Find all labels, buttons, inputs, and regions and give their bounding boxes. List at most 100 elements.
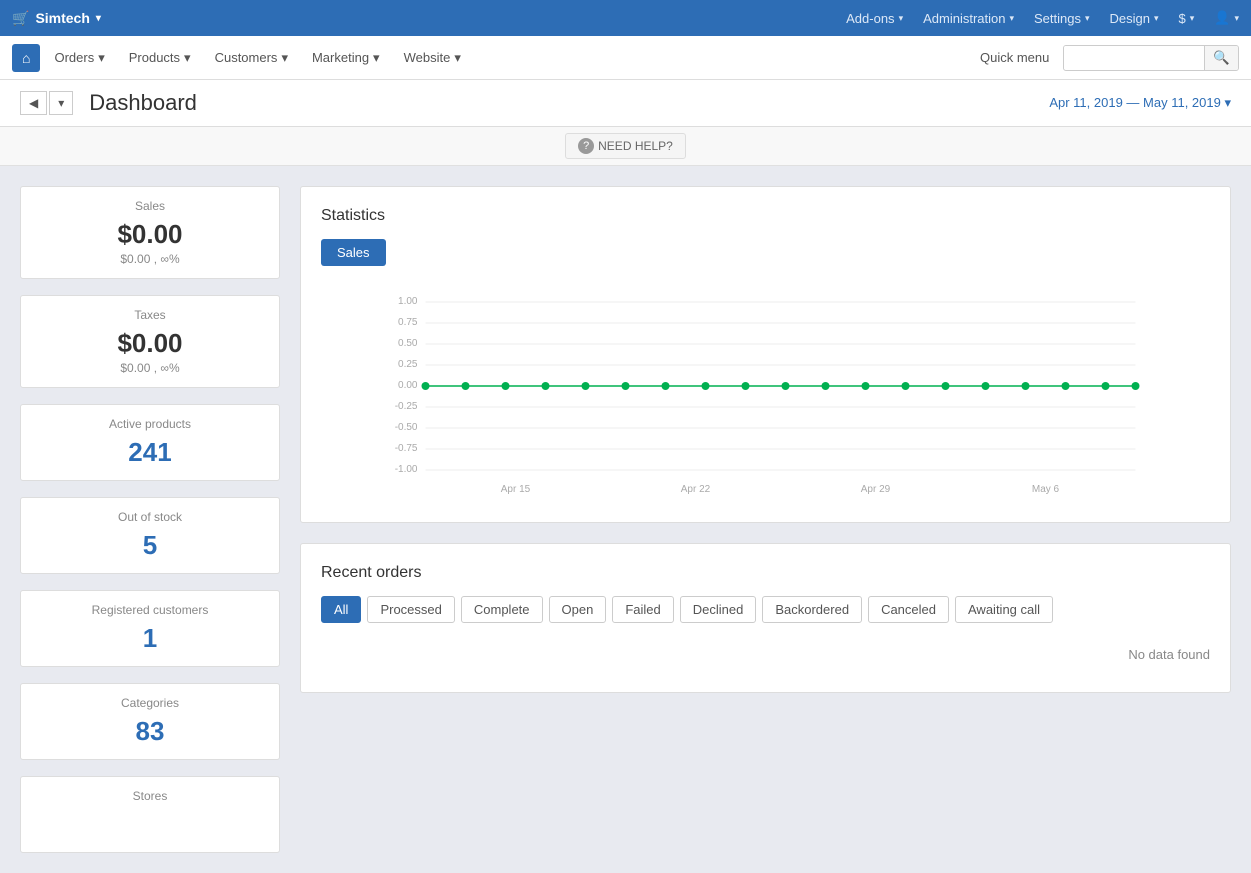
stores-value	[37, 809, 263, 840]
svg-text:0.00: 0.00	[398, 380, 418, 391]
customers-arrow: ▾	[281, 50, 288, 66]
filter-awaiting-call[interactable]: Awaiting call	[955, 596, 1053, 623]
search-input[interactable]	[1064, 46, 1204, 69]
svg-text:0.50: 0.50	[398, 338, 418, 349]
stores-label: Stores	[37, 789, 263, 803]
left-column: Sales $0.00 $0.00 , ∞% Taxes $0.00 $0.00…	[20, 186, 280, 853]
out-of-stock-value: 5	[37, 530, 263, 561]
sales-label: Sales	[37, 199, 263, 213]
home-button[interactable]: ⌂	[12, 44, 40, 72]
svg-text:Apr 29: Apr 29	[861, 484, 891, 495]
quick-menu-link[interactable]: Quick menu	[970, 44, 1059, 71]
date-range[interactable]: Apr 11, 2019 — May 11, 2019 ▾	[1049, 95, 1231, 111]
brand-arrow: ▾	[96, 13, 101, 24]
svg-text:-0.50: -0.50	[395, 422, 418, 433]
filter-failed[interactable]: Failed	[612, 596, 673, 623]
marketing-menu[interactable]: Marketing ▾	[302, 44, 390, 72]
statistics-card: Statistics Sales 1.00 0.75 0.50 0.25 0.0…	[300, 186, 1231, 523]
right-column: Statistics Sales 1.00 0.75 0.50 0.25 0.0…	[300, 186, 1231, 853]
sales-value: $0.00	[37, 219, 263, 250]
filter-all[interactable]: All	[321, 596, 361, 623]
filter-complete[interactable]: Complete	[461, 596, 543, 623]
no-data-message: No data found	[321, 637, 1210, 672]
website-arrow: ▾	[454, 50, 461, 66]
orders-arrow: ▾	[98, 50, 105, 66]
registered-customers-value: 1	[37, 623, 263, 654]
settings-arrow: ▾	[1085, 13, 1090, 24]
search-box: 🔍	[1063, 45, 1239, 71]
main-content: Sales $0.00 $0.00 , ∞% Taxes $0.00 $0.00…	[0, 166, 1251, 873]
registered-customers-label: Registered customers	[37, 603, 263, 617]
filter-open[interactable]: Open	[549, 596, 607, 623]
settings-menu[interactable]: Settings ▾	[1034, 11, 1090, 26]
administration-menu[interactable]: Administration ▾	[923, 11, 1014, 26]
filter-backordered[interactable]: Backordered	[762, 596, 862, 623]
sales-sub: $0.00 , ∞%	[37, 252, 263, 266]
sales-card: Sales $0.00 $0.00 , ∞%	[20, 186, 280, 279]
active-products-card: Active products 241	[20, 404, 280, 481]
filter-canceled[interactable]: Canceled	[868, 596, 949, 623]
addons-arrow: ▾	[899, 13, 904, 24]
svg-text:May 6: May 6	[1032, 484, 1060, 495]
stores-card: Stores	[20, 776, 280, 853]
taxes-sub: $0.00 , ∞%	[37, 361, 263, 375]
filter-processed[interactable]: Processed	[367, 596, 454, 623]
registered-customers-card: Registered customers 1	[20, 590, 280, 667]
user-menu[interactable]: 👤 ▾	[1214, 10, 1239, 26]
website-menu[interactable]: Website ▾	[394, 44, 471, 72]
order-filters: All Processed Complete Open Failed Decli…	[321, 596, 1210, 623]
out-of-stock-label: Out of stock	[37, 510, 263, 524]
taxes-label: Taxes	[37, 308, 263, 322]
svg-text:-1.00: -1.00	[395, 464, 418, 475]
sales-stats-button[interactable]: Sales	[321, 239, 386, 266]
taxes-value: $0.00	[37, 328, 263, 359]
page-title: Dashboard	[89, 90, 197, 116]
secondary-nav: ⌂ Orders ▾ Products ▾ Customers ▾ Market…	[0, 36, 1251, 80]
statistics-title: Statistics	[321, 207, 1210, 225]
marketing-arrow: ▾	[373, 50, 380, 66]
products-arrow: ▾	[184, 50, 191, 66]
taxes-card: Taxes $0.00 $0.00 , ∞%	[20, 295, 280, 388]
categories-label: Categories	[37, 696, 263, 710]
currency-menu[interactable]: $ ▾	[1179, 11, 1195, 26]
categories-value: 83	[37, 716, 263, 747]
chart-container: 1.00 0.75 0.50 0.25 0.00 -0.25 -0.50 -0.…	[321, 282, 1210, 502]
currency-arrow: ▾	[1190, 13, 1195, 24]
need-help-button[interactable]: ? NEED HELP?	[565, 133, 686, 159]
question-icon: ?	[578, 138, 594, 154]
design-menu[interactable]: Design ▾	[1110, 11, 1159, 26]
active-products-value: 241	[37, 437, 263, 468]
svg-text:Apr 22: Apr 22	[681, 484, 711, 495]
user-arrow: ▾	[1234, 13, 1239, 24]
addons-menu[interactable]: Add-ons ▾	[846, 11, 903, 26]
svg-text:1.00: 1.00	[398, 296, 418, 307]
svg-text:Apr 15: Apr 15	[501, 484, 531, 495]
date-arrow: ▾	[1224, 95, 1231, 110]
filter-declined[interactable]: Declined	[680, 596, 757, 623]
page-header-left: ◀ ▾ Dashboard	[20, 90, 197, 116]
svg-text:-0.25: -0.25	[395, 401, 418, 412]
svg-text:0.75: 0.75	[398, 317, 418, 328]
top-nav: Add-ons ▾ Administration ▾ Settings ▾ De…	[846, 10, 1239, 26]
nav-arrows: ◀ ▾	[20, 91, 73, 115]
orders-menu[interactable]: Orders ▾	[44, 44, 114, 72]
brand-name: Simtech	[35, 10, 89, 26]
back-button[interactable]: ◀	[20, 91, 47, 115]
categories-card: Categories 83	[20, 683, 280, 760]
products-menu[interactable]: Products ▾	[119, 44, 201, 72]
out-of-stock-card: Out of stock 5	[20, 497, 280, 574]
design-arrow: ▾	[1154, 13, 1159, 24]
dropdown-button[interactable]: ▾	[49, 91, 73, 115]
admin-arrow: ▾	[1009, 13, 1014, 24]
customers-menu[interactable]: Customers ▾	[205, 44, 298, 72]
top-bar: 🛒 Simtech ▾ Add-ons ▾ Administration ▾ S…	[0, 0, 1251, 36]
search-button[interactable]: 🔍	[1204, 46, 1238, 70]
brand[interactable]: 🛒 Simtech ▾	[12, 10, 101, 27]
page-header: ◀ ▾ Dashboard Apr 11, 2019 — May 11, 201…	[0, 80, 1251, 127]
svg-text:0.25: 0.25	[398, 359, 418, 370]
recent-orders-card: Recent orders All Processed Complete Ope…	[300, 543, 1231, 693]
svg-text:-0.75: -0.75	[395, 443, 418, 454]
active-products-label: Active products	[37, 417, 263, 431]
cart-icon: 🛒	[12, 10, 29, 27]
need-help-bar: ? NEED HELP?	[0, 127, 1251, 166]
